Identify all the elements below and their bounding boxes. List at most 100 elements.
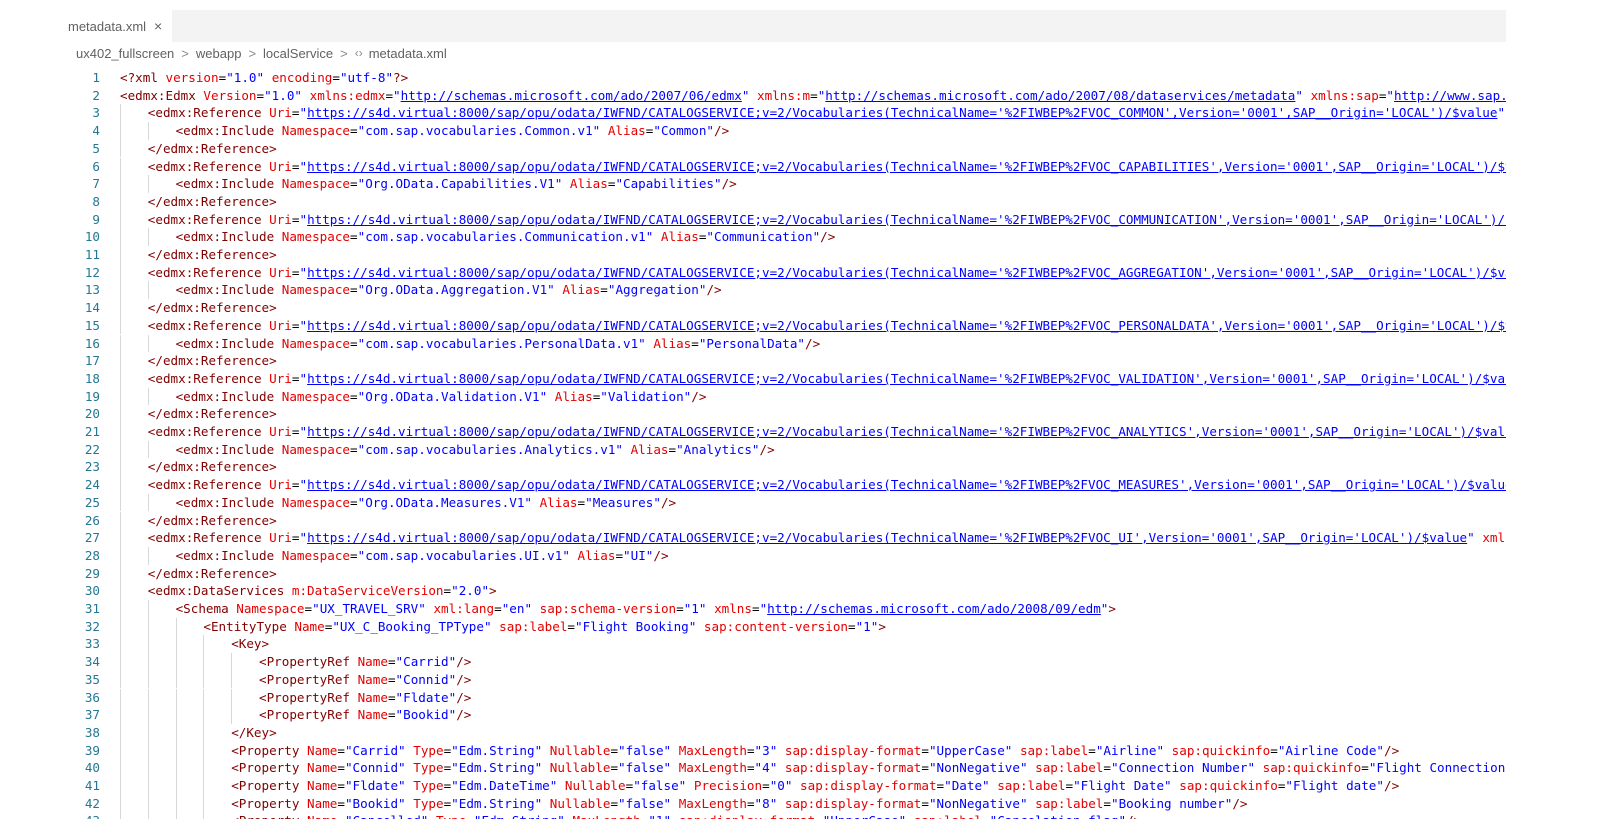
code-token: "1": [683, 601, 707, 616]
line-number: 8: [92, 193, 100, 209]
indent-guide: [147, 688, 149, 707]
code-line: 39 <Property Name="Carrid" Type="Edm.Stri…: [56, 741, 1506, 760]
code-token: "PersonalData": [698, 335, 805, 351]
indent-guide: [203, 653, 205, 671]
breadcrumb-item-project[interactable]: ux402_fullscreen: [76, 46, 174, 61]
code-token: />: [714, 123, 730, 139]
code-token: =: [256, 87, 265, 103]
url-link[interactable]: https://s4d.virtual:8000/sap/opu/odata/I…: [307, 530, 1467, 545]
code-token: =: [350, 388, 358, 404]
code-token: ": [299, 211, 308, 227]
code-token: <edmx:Include: [175, 388, 275, 404]
indent-guide: [147, 440, 149, 459]
code-token: <edmx:Reference: [147, 158, 262, 174]
code-token: />: [1383, 742, 1400, 758]
code-line: 26 </edmx:Reference>: [56, 511, 1506, 530]
close-icon[interactable]: ×: [154, 18, 162, 34]
url-link[interactable]: https://s4d.virtual:8000/sap/opu/odata/I…: [307, 477, 1506, 492]
code-token: "Airline": [1095, 742, 1165, 758]
indent-guide: [120, 653, 121, 671]
code-token: "Flight Connection Number": [1368, 760, 1506, 776]
code-token: "Org.OData.Capabilities.V1": [357, 176, 563, 192]
url-link[interactable]: https://s4d.virtual:8000/sap/opu/odata/I…: [307, 318, 1506, 333]
code-token: "false": [633, 778, 687, 793]
code-token: =: [350, 282, 358, 298]
code-token: =: [337, 778, 345, 793]
code-token: =: [936, 778, 945, 793]
code-token: "Cancelled": [345, 813, 428, 819]
code-token: "UpperCase": [823, 813, 906, 819]
code-token: "Edm.DateTime": [451, 778, 558, 793]
breadcrumb-item-localservice[interactable]: localService: [263, 46, 333, 61]
line-content: </edmx:Reference>: [148, 246, 277, 264]
code-token: =: [762, 778, 770, 793]
code-token: "Org.OData.Validation.V1": [357, 388, 548, 404]
line-number: 40: [84, 760, 100, 776]
code-token: "Aggregation": [607, 282, 707, 298]
code-token: Namespace: [281, 441, 351, 457]
code-token: Namespace: [281, 176, 351, 192]
code-line: 6 <edmx:Reference Uri="https://s4d.virtua…: [56, 157, 1506, 176]
code-token: =: [350, 335, 358, 351]
code-token: "Flight Date": [1073, 778, 1172, 793]
url-link[interactable]: https://s4d.virtual:8000/sap/opu/odata/I…: [307, 371, 1506, 386]
url-link[interactable]: https://s4d.virtual:8000/sap/opu/odata/I…: [307, 105, 1497, 120]
url-link[interactable]: https://s4d.virtual:8000/sap/opu/odata/I…: [307, 265, 1506, 280]
code-line: 23 </edmx:Reference>: [56, 458, 1506, 477]
code-token: Name: [357, 671, 388, 687]
line-content: <EntityType Name = "UX_C_Booking_TPType" s…: [203, 618, 886, 636]
url-link[interactable]: http://schemas.microsoft.com/ado/2007/08…: [825, 88, 1295, 103]
tab-metadata-xml[interactable]: metadata.xml ×: [56, 10, 173, 42]
breadcrumb-item-webapp[interactable]: webapp: [196, 46, 242, 61]
url-link[interactable]: http://schemas.microsoft.com/ado/2008/09…: [767, 601, 1101, 616]
code-area[interactable]: 1 <?xml version = "1.0" encoding = "utf-8"?> 2…: [56, 69, 1506, 819]
line-number: 25: [84, 494, 100, 510]
indent-guide: [175, 794, 177, 813]
line-content: </edmx:Reference>: [148, 299, 277, 317]
code-token: "Org.OData.Measures.V1": [357, 494, 532, 510]
code-token: "Edm.String": [451, 795, 543, 811]
indent-guide: [203, 706, 205, 724]
code-token: "utf-8": [339, 70, 394, 85]
code-line: 40 <Property Name="Connid" Type="Edm.Stri…: [56, 759, 1506, 777]
url-link[interactable]: https://s4d.virtual:8000/sap/opu/odata/I…: [307, 159, 1506, 174]
code-token: "UI": [623, 547, 654, 563]
line-content: <edmx:Reference Uri="https://s4d.virtual…: [148, 476, 1506, 494]
code-token: "NonNegative": [928, 795, 1028, 811]
code-token: "com.sap.vocabularies.Analytics.v1": [357, 441, 623, 457]
code-token: sap:label: [914, 813, 982, 819]
code-token: sap:label: [1019, 742, 1089, 758]
line-content: </Key>: [231, 724, 277, 742]
code-line: 16 <edmx:Include Namespace="com.sap.vocab…: [56, 334, 1506, 353]
code-token: "Communication": [706, 229, 821, 245]
indent-guide: [120, 812, 121, 819]
code-token: Alias: [569, 176, 608, 192]
url-link[interactable]: http://schemas.microsoft.com/ado/2007/06…: [401, 88, 742, 103]
url-link[interactable]: https://s4d.virtual:8000/sap/opu/odata/I…: [307, 424, 1506, 439]
line-number: 43: [56, 812, 100, 819]
indent-guide: [147, 794, 149, 813]
url-link[interactable]: https://s4d.virtual:8000/sap/opu/odata/I…: [307, 212, 1506, 227]
code-token: =: [350, 229, 358, 245]
code-token: "Booking number": [1110, 795, 1233, 811]
indent-guide: [175, 688, 177, 707]
code-token: </edmx:Reference>: [147, 459, 277, 475]
breadcrumb-item-file[interactable]: metadata.xml: [369, 46, 447, 61]
code-token: =: [337, 760, 345, 776]
indent-guide: [147, 175, 149, 193]
code-token: =: [1065, 778, 1074, 793]
url-link[interactable]: http://www.sap.com/Protoc: [1394, 88, 1506, 103]
